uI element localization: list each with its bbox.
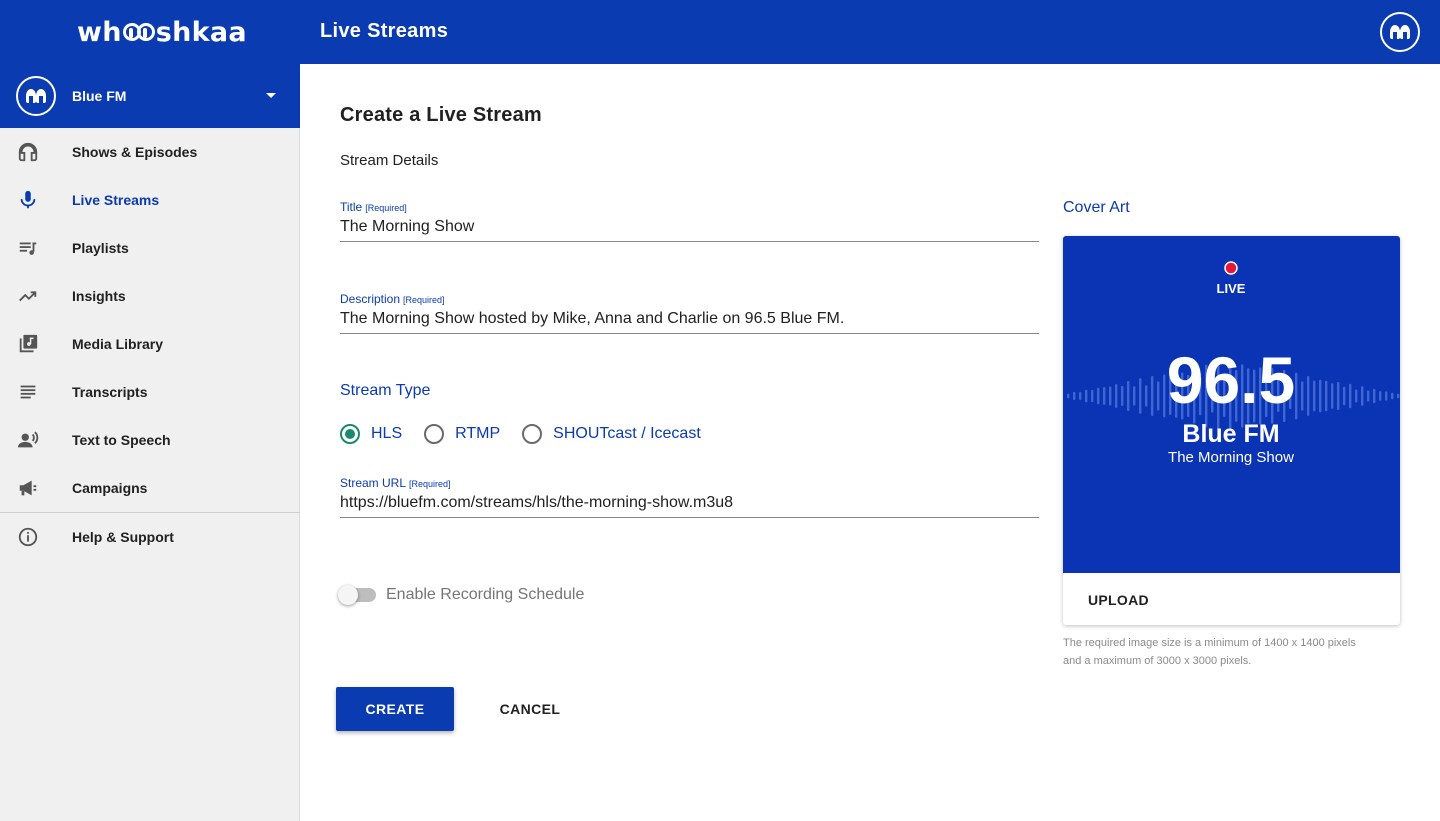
create-button[interactable]: CREATE [336,687,454,731]
description-input[interactable]: The Morning Show hosted by Mike, Anna an… [340,309,1039,333]
sidebar-item-label: Shows & Episodes [72,144,198,160]
stream-url-input[interactable]: https://bluefm.com/streams/hls/the-morni… [340,493,1039,517]
section-heading: Stream Details [340,152,439,169]
art-station-text: Blue FM [1182,420,1279,448]
radio-button-checked-icon[interactable] [340,424,360,444]
cover-art-image: LIVE 96.5 Blue FM The Morning Show [1063,236,1400,573]
megaphone-icon [16,476,40,500]
sidebar-item-label: Transcripts [72,384,148,400]
sidebar-item-transcripts[interactable]: Transcripts [0,368,300,416]
stream-type-label: Stream Type [340,382,431,399]
sidebar-item-shows-episodes[interactable]: Shows & Episodes [0,128,300,176]
radio-rtmp[interactable]: RTMP [424,424,500,444]
main-content: Create a Live Stream Stream Details Titl… [300,64,1440,821]
cancel-button[interactable]: CANCEL [486,687,574,731]
radio-hls[interactable]: HLS [340,424,402,444]
library-music-icon [16,332,40,356]
whooshkaa-avatar-icon [1390,25,1410,39]
info-icon [16,525,40,549]
description-label: Description [Required] [340,292,445,306]
stream-url-label: Stream URL [Required] [340,476,451,490]
sidebar-item-label: Campaigns [72,480,148,496]
sidebar-item-label: Help & Support [72,529,174,545]
stream-type-radio-group: HLS RTMP SHOUTcast / Icecast [340,424,723,444]
playlist-icon [16,236,40,260]
live-dot-icon [1224,261,1238,275]
toggle-label: Enable Recording Schedule [386,586,585,603]
art-show-text: The Morning Show [1168,449,1294,466]
station-selector[interactable]: Blue FM [0,64,300,128]
radio-button-unchecked-icon[interactable] [522,424,543,444]
microphone-icon [16,188,40,212]
radio-label: SHOUTcast / Icecast [553,425,701,442]
recording-schedule-toggle[interactable]: Enable Recording Schedule [338,585,585,605]
upload-button[interactable]: UPLOAD [1088,592,1149,608]
cover-art-graphic: LIVE 96.5 Blue FM The Morning Show [1067,261,1400,466]
cover-art-hint: The required image size is a minimum of … [1063,637,1356,667]
station-avatar [16,76,56,116]
sidebar-item-campaigns[interactable]: Campaigns [0,464,300,512]
sidebar: Blue FM Shows & Episodes Live Streams Pl… [0,64,300,821]
account-avatar[interactable] [1380,12,1420,52]
form-heading: Create a Live Stream [340,104,542,126]
sidebar-item-label: Media Library [72,336,164,352]
cover-art-label: Cover Art [1063,199,1130,216]
caret-down-icon[interactable] [266,93,276,98]
radio-shoutcast-icecast[interactable]: SHOUTcast / Icecast [522,424,701,444]
sidebar-item-media-library[interactable]: Media Library [0,320,300,368]
page-title: Live Streams [320,20,449,42]
sidebar-item-label: Insights [72,288,126,304]
art-frequency-text: 96.5 [1167,343,1295,417]
cover-art-card: LIVE 96.5 Blue FM The Morning Show UPLOA… [1063,236,1400,625]
toggle-thumb[interactable] [338,585,358,605]
sidebar-item-help-support[interactable]: Help & Support [0,513,300,561]
sidebar-item-live-streams[interactable]: Live Streams [0,176,300,224]
headphones-icon [16,140,40,164]
voice-person-icon [16,428,40,452]
title-label: Title [Required] [340,200,407,214]
top-app-bar: wh shkaa Live Streams [0,0,1440,64]
sidebar-item-text-to-speech[interactable]: Text to Speech [0,416,300,464]
whooshkaa-avatar-icon [26,89,46,103]
logo-text-left: wh [77,16,122,48]
art-live-text: LIVE [1217,281,1246,296]
sidebar-item-label: Playlists [72,240,129,256]
radio-label: RTMP [455,425,501,442]
stream-url-field[interactable]: Stream URL [Required] https://bluefm.com/… [340,476,1039,518]
logo-oo-mark [122,22,155,42]
description-field[interactable]: Description [Required] The Morning Show h… [340,292,1039,334]
station-name: Blue FM [72,88,127,104]
sidebar-item-label: Text to Speech [72,432,171,448]
trending-up-icon [16,284,40,308]
sidebar-item-label: Live Streams [72,192,160,208]
toggle-track[interactable] [338,585,376,605]
radio-button-unchecked-icon[interactable] [424,424,445,444]
whooshkaa-logo[interactable]: wh shkaa [77,14,247,50]
title-field[interactable]: Title [Required] The Morning Show [340,200,1039,242]
sidebar-item-insights[interactable]: Insights [0,272,300,320]
sidebar-item-playlists[interactable]: Playlists [0,224,300,272]
title-input[interactable]: The Morning Show [340,217,1039,241]
radio-label: HLS [371,425,403,442]
subject-lines-icon [16,380,40,404]
logo-text-right: shkaa [155,16,247,48]
